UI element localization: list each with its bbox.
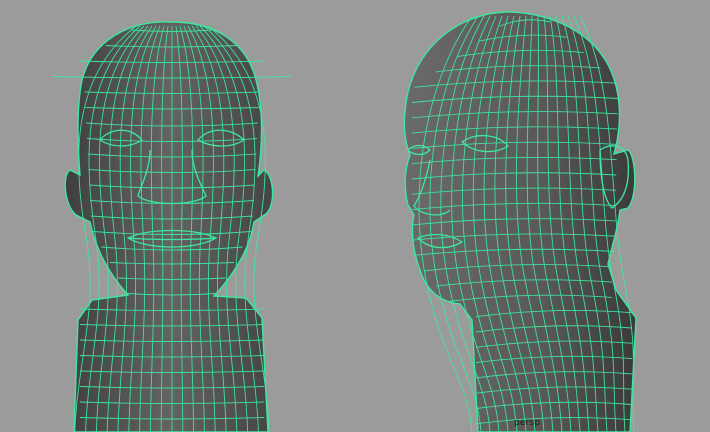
maya-viewport[interactable]: persp — [0, 0, 710, 432]
scene-canvas[interactable] — [0, 0, 710, 432]
three-quarter-view-head-mesh[interactable] — [403, 11, 637, 432]
front-head-silhouette — [64, 21, 274, 432]
camera-label: persp — [514, 418, 541, 428]
side-head-silhouette — [403, 11, 637, 432]
front-view-head-mesh[interactable] — [52, 21, 292, 432]
